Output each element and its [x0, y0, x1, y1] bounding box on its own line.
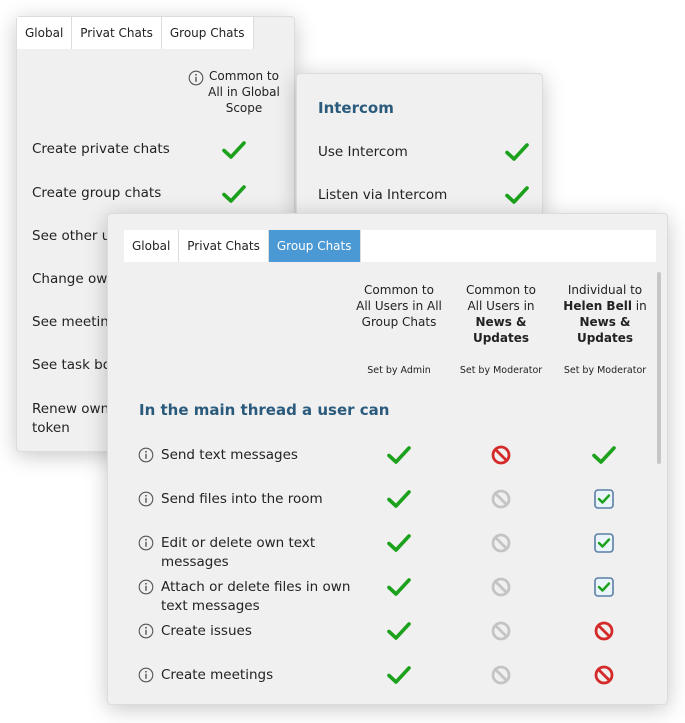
column-header-moderator: Common to All Users in News & Updates — [466, 283, 536, 345]
permission-label: Attach or delete files in own text messa… — [161, 579, 351, 614]
permission-label: Send text messages — [161, 447, 298, 463]
permission-label: Edit or delete own text messages — [161, 535, 316, 570]
checkbox-icon[interactable] — [591, 532, 617, 554]
permission-label: Send files into the room — [161, 491, 323, 507]
tab-global[interactable]: Global — [124, 230, 180, 262]
back-row-label: See other us — [32, 228, 118, 244]
deny-disabled-icon — [488, 576, 514, 598]
check-icon — [504, 184, 530, 206]
checkbox-icon[interactable] — [591, 488, 617, 510]
column-header-admin: Common to All Users in All Group Chats — [356, 283, 442, 329]
set-by-moderator: Set by Moderator — [563, 365, 647, 376]
info-icon[interactable] — [188, 70, 204, 86]
info-icon[interactable] — [138, 535, 154, 551]
intercom-title: Intercom — [318, 99, 394, 117]
check-icon — [386, 620, 412, 642]
permission-label: Create issues — [161, 623, 252, 639]
check-icon — [386, 576, 412, 598]
section-title: In the main thread a user can — [139, 401, 390, 419]
back-row-label: See meeting — [32, 314, 118, 330]
check-icon — [221, 139, 247, 161]
back-column-header: Common to All in Global Scope — [208, 69, 280, 115]
deny-icon — [488, 444, 514, 466]
back-row-label: Change own — [32, 271, 116, 287]
check-icon — [386, 664, 412, 686]
info-icon[interactable] — [138, 447, 154, 463]
check-icon — [386, 444, 412, 466]
deny-disabled-icon — [488, 620, 514, 642]
scrollbar[interactable] — [657, 272, 661, 464]
group-chats-permissions-panel: Global Privat Chats Group Chats Common t… — [107, 213, 668, 705]
info-icon[interactable] — [138, 491, 154, 507]
info-icon[interactable] — [138, 623, 154, 639]
front-tabbar: Global Privat Chats Group Chats — [124, 230, 656, 262]
check-icon — [591, 444, 617, 466]
column-header-individual: Individual to Helen Bell in News & Updat… — [563, 283, 647, 345]
check-icon — [504, 141, 530, 163]
back-tab-group-chats[interactable]: Group Chats — [161, 17, 254, 49]
back-tabbar: Global Privat Chats Group Chats — [17, 17, 254, 49]
back-tab-privat-chats[interactable]: Privat Chats — [72, 17, 162, 49]
intercom-row-label: Use Intercom — [318, 144, 408, 160]
set-by-moderator: Set by Moderator — [459, 365, 543, 376]
deny-icon — [591, 664, 617, 686]
back-row-label: Renew own token — [32, 401, 110, 436]
checkbox-icon[interactable] — [591, 576, 617, 598]
check-icon — [386, 488, 412, 510]
back-row-label: Create group chats — [32, 185, 162, 201]
deny-disabled-icon — [488, 532, 514, 554]
permission-label: Create meetings — [161, 667, 274, 683]
deny-disabled-icon — [488, 664, 514, 686]
set-by-admin: Set by Admin — [367, 365, 431, 376]
info-icon[interactable] — [138, 579, 154, 595]
check-icon — [386, 532, 412, 554]
deny-icon — [591, 620, 617, 642]
info-icon[interactable] — [138, 667, 154, 683]
tab-group-chats[interactable]: Group Chats — [268, 230, 361, 262]
deny-disabled-icon — [488, 488, 514, 510]
back-tab-global[interactable]: Global — [17, 17, 73, 49]
check-icon — [221, 183, 247, 205]
back-row-label: Create private chats — [32, 141, 170, 157]
tab-privat-chats[interactable]: Privat Chats — [179, 230, 269, 262]
intercom-row-label: Listen via Intercom — [318, 187, 448, 203]
intercom-panel: Intercom Use Intercom Listen via Interco… — [296, 73, 543, 216]
